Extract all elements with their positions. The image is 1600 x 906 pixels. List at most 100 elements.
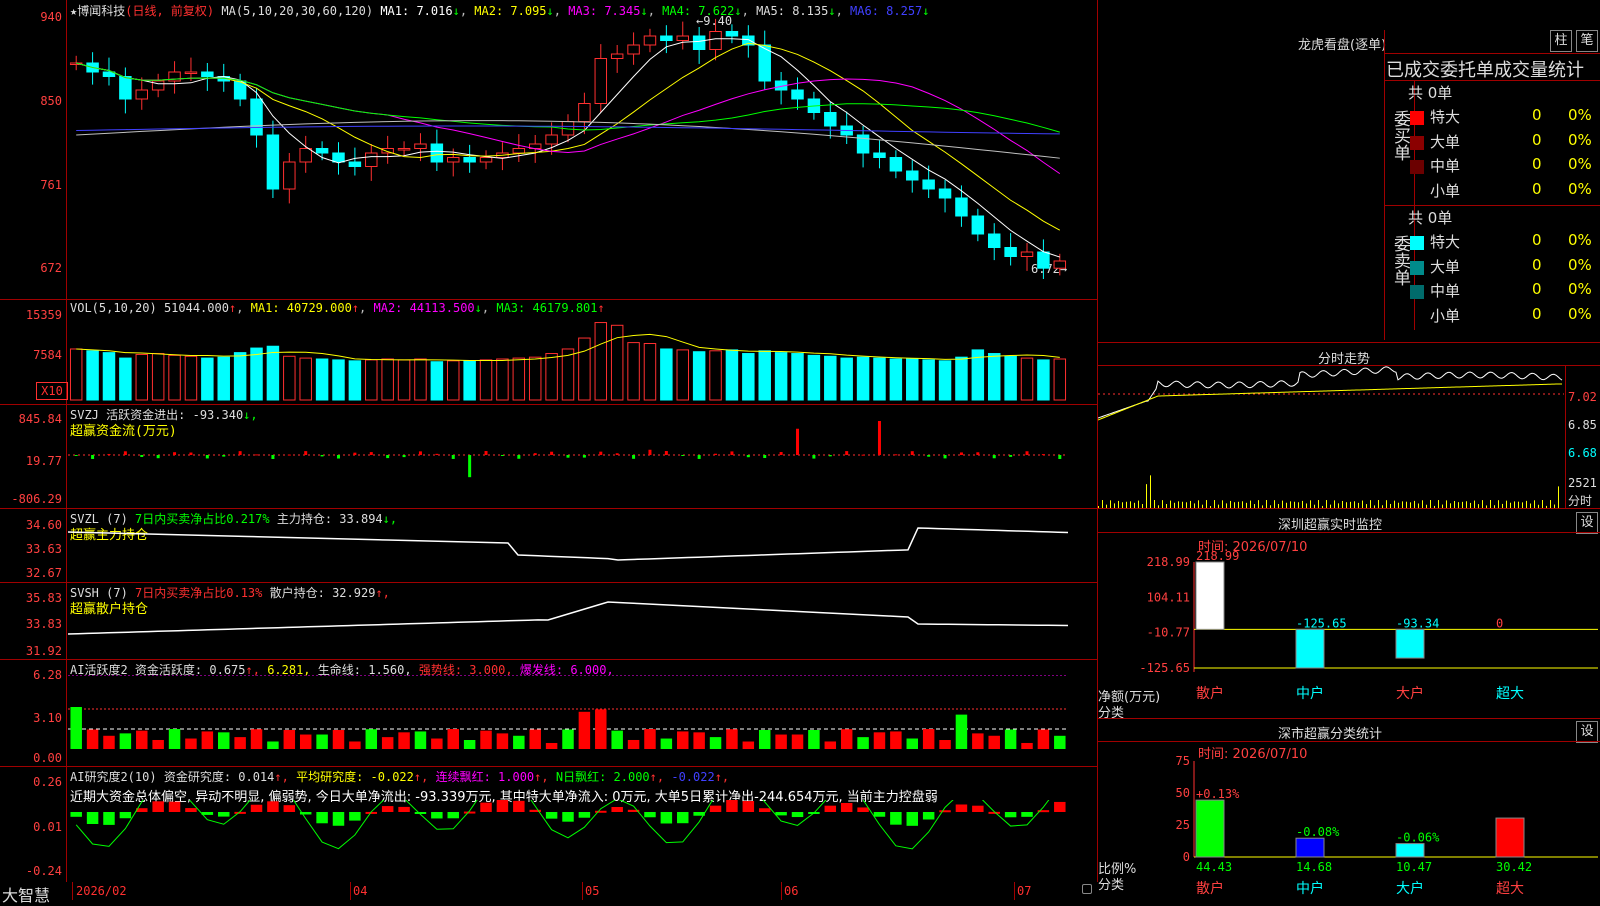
monitor-bar-value: -125.65 [1296,616,1347,630]
svzj-bar [796,428,800,455]
vol-tick-0: 15359 [25,308,62,322]
svzj-bar [468,455,472,478]
ai-research-bar [496,800,509,812]
volume-bar [201,357,214,401]
intraday-vol-bar [1482,500,1483,508]
ai-research-bar [316,812,328,824]
order-row-pct: 0% [1568,130,1592,149]
ai-research-bar [677,812,689,824]
candle-body [889,157,903,172]
volume-bar [1037,359,1050,401]
column-button[interactable]: 柱 [1550,30,1572,52]
intraday-vol-bar [1466,501,1467,508]
intraday-vol-bar [1378,500,1379,508]
ma-label: MA(5,10,20,30,60,120) [221,4,374,18]
order-row-count: 0 [1532,304,1542,323]
svzj-bar [632,455,636,459]
classify-value: 10.47 [1396,860,1432,874]
svzj-bar [123,451,127,455]
ai-active-bar [545,742,558,749]
candle-body [791,89,804,100]
intraday-vol-bar [1250,500,1251,508]
ai-research-bar [545,812,558,819]
ai-active-bar [922,729,935,749]
svzj-bar [681,455,685,456]
volume-bar [610,324,624,401]
volume-bar [660,348,673,401]
classify-tick: 75 [1176,755,1190,768]
volume-bar [627,342,640,401]
svzj-tick-2: -806.29 [11,492,62,506]
ai-research-bar [463,811,476,814]
intraday-chart[interactable] [1098,366,1564,508]
intraday-vol-bar [1394,500,1395,508]
intraday-vol-bar [1542,500,1543,508]
ai-research-bar [201,812,214,815]
ai-active-bar [709,737,722,749]
lock-icon[interactable] [1082,884,1092,894]
legend-swatch [1410,236,1424,250]
volume-bar [414,358,427,401]
svzj-bar [91,455,95,459]
ai-active-bar [857,737,869,749]
ma1-value: MA1: 7.016 [380,4,453,18]
svsh-line [68,601,1069,635]
order-row-pct: 0% [1568,304,1592,323]
vol-ma1: MA1: 40729.000 [250,301,352,315]
main-chart-area[interactable]: ★博闻科技(日线, 前复权) MA(5,10,20,30,60,120) MA1… [0,0,1098,883]
vol-unit-button[interactable]: X10 [36,382,68,400]
monitor-bar-value: 218.99 [1196,550,1239,563]
intraday-vol-bar [1490,500,1491,508]
ai-active-bar [168,729,181,749]
candle-body [725,31,739,37]
candle-body [955,197,968,217]
ai-active-bar [693,732,705,749]
svzj-bar [1025,451,1029,455]
intraday-vol-bar [1190,500,1191,508]
volume-bar [709,350,722,401]
candlestick-chart[interactable] [68,18,1096,298]
svzl-tick-0: 34.60 [25,518,62,532]
classify-delta: -0.08% [1296,825,1340,839]
order-row-label: 中单 [1430,157,1461,175]
svzj-bar [353,452,357,455]
intraday-vol-bar [1454,500,1455,508]
ai-research-bar [1004,812,1017,818]
ai-active-bar [447,729,459,749]
svzj-bar [386,455,390,459]
ma6-value: MA6: 8.257 [850,4,923,18]
candle-body [643,35,657,46]
svzj-bar [369,452,373,455]
classify-settings-button[interactable]: 设 [1576,721,1598,743]
intraday-vol-bar [1438,500,1439,508]
ai-research-bar [660,812,673,824]
ai-research-title-row: AI研究度2(10) 资金研究度: 0.014↑, 平均研究度: -0.022↑… [70,770,730,784]
intraday-tick-2: 6.68 [1568,446,1597,460]
ai-research-bar [168,801,181,812]
svzj-bar [615,453,619,455]
volume-bar [69,348,83,401]
volume-bar [299,357,312,401]
ai-research-bar [562,812,574,822]
intraday-vol-bar [1154,500,1155,508]
ai-research-bar [824,805,837,812]
volume-bar [86,350,99,401]
stroke-button[interactable]: 笔 [1576,30,1598,52]
ai-active-bar [414,731,427,749]
volume-bar [807,354,821,401]
volume-bar [102,352,116,401]
monitor-settings-button[interactable]: 设 [1576,512,1598,534]
order-row-count: 0 [1532,130,1542,149]
ai-active-bar [1037,729,1050,749]
candle-body [479,157,493,163]
ai-research-bar [381,806,394,812]
candle-body [987,233,1001,248]
candle-body [1037,251,1050,269]
svzj-bar [435,453,439,455]
volume-bar [955,356,968,401]
ai-active-bar [86,729,99,749]
ai-active-bar [562,729,574,749]
intraday-vol-bar [1274,500,1275,508]
svzj-bar [959,452,963,455]
ai-active-bar [513,735,525,749]
